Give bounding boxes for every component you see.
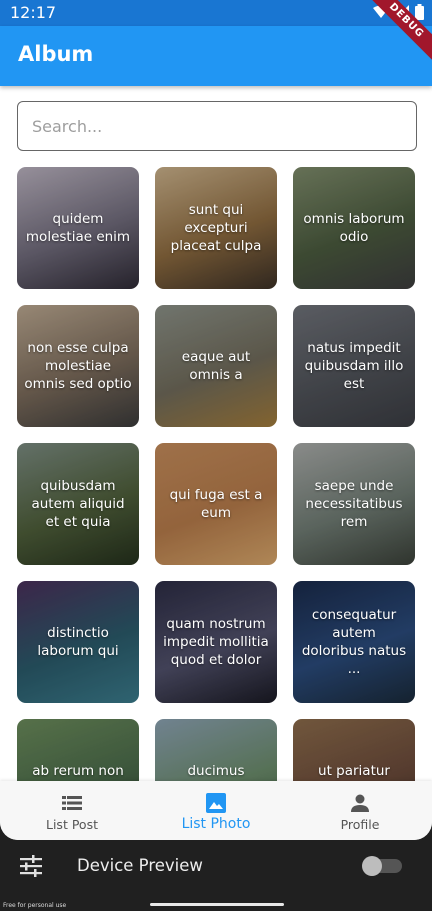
nav-list-post[interactable]: List Post: [0, 781, 144, 840]
photo-tile[interactable]: non esse culpa molestiae omnis sed optio: [17, 305, 139, 427]
list-icon: [62, 796, 82, 810]
photo-title: quidem molestiae enim: [25, 211, 131, 245]
bottom-navigation: List Post List Photo Profile: [0, 781, 432, 840]
tune-icon[interactable]: [20, 855, 42, 877]
photo-tile[interactable]: ducimus molestias eos: [155, 719, 277, 781]
watermark: Free for personal use: [3, 902, 67, 909]
photo-tile[interactable]: distinctio laborum qui: [17, 581, 139, 703]
nav-profile[interactable]: Profile: [288, 781, 432, 840]
nav-label-list-photo: List Photo: [181, 816, 251, 832]
photo-title: sunt qui excepturi placeat culpa: [170, 202, 262, 254]
photo-tile[interactable]: sunt qui excepturi placeat culpa: [155, 167, 277, 289]
photo-tile[interactable]: ab rerum non rerum: [17, 719, 139, 781]
photo-title: saepe unde necessitatibus rem: [305, 478, 403, 530]
photo-title: qui fuga est a eum: [169, 487, 263, 521]
photo-tile[interactable]: saepe unde necessitatibus rem: [293, 443, 415, 565]
photo-tile[interactable]: omnis laborum odio: [293, 167, 415, 289]
device-preview-toggle[interactable]: [362, 856, 402, 876]
photo-title: distinctio laborum qui: [37, 625, 119, 659]
photo-tile[interactable]: quidem molestiae enim: [17, 167, 139, 289]
search-input[interactable]: [32, 114, 392, 138]
photo-tile[interactable]: natus impedit quibusdam illo est: [293, 305, 415, 427]
photo-tile[interactable]: quibusdam autem aliquid et et quia: [17, 443, 139, 565]
search-box[interactable]: [17, 101, 417, 151]
photo-tile[interactable]: quam nostrum impedit mollitia quod et do…: [155, 581, 277, 703]
photo-title: eaque aut omnis a: [181, 349, 251, 383]
nav-label-profile: Profile: [340, 817, 380, 832]
phone-screen: quidem molestiae enim sunt qui excepturi …: [0, 0, 432, 840]
photo-title: natus impedit quibusdam illo est: [304, 340, 404, 392]
battery-icon: [415, 4, 424, 20]
status-time: 12:17: [10, 3, 57, 22]
photo-tile[interactable]: qui fuga est a eum: [155, 443, 277, 565]
app-bar: Album: [0, 26, 432, 86]
photo-title: ducimus molestias eos: [187, 763, 245, 779]
photo-tile[interactable]: consequatur autem doloribus natus ...: [293, 581, 415, 703]
page-title: Album: [18, 42, 94, 66]
status-bar: 12:17: [0, 0, 432, 26]
person-icon: [351, 794, 369, 812]
photo-title: non esse culpa molestiae omnis sed optio: [24, 340, 132, 392]
nav-label-list-post: List Post: [46, 817, 98, 832]
toggle-knob[interactable]: [362, 856, 382, 876]
photo-title: consequatur autem doloribus natus ...: [301, 607, 407, 677]
photo-tile[interactable]: ut pariatur rerum ipsum: [293, 719, 415, 781]
photo-title: quibusdam autem aliquid et et quia: [31, 478, 125, 530]
nav-list-photo[interactable]: List Photo: [144, 781, 288, 840]
home-indicator: [150, 903, 284, 906]
photo-title: ab rerum non rerum: [32, 763, 124, 779]
image-icon: [206, 793, 226, 813]
photo-tile[interactable]: eaque aut omnis a: [155, 305, 277, 427]
photo-title: quam nostrum impedit mollitia quod et do…: [163, 616, 269, 668]
photo-title: ut pariatur rerum ipsum: [318, 763, 390, 779]
photo-title: omnis laborum odio: [303, 211, 405, 245]
device-preview-label: Device Preview: [77, 856, 203, 875]
